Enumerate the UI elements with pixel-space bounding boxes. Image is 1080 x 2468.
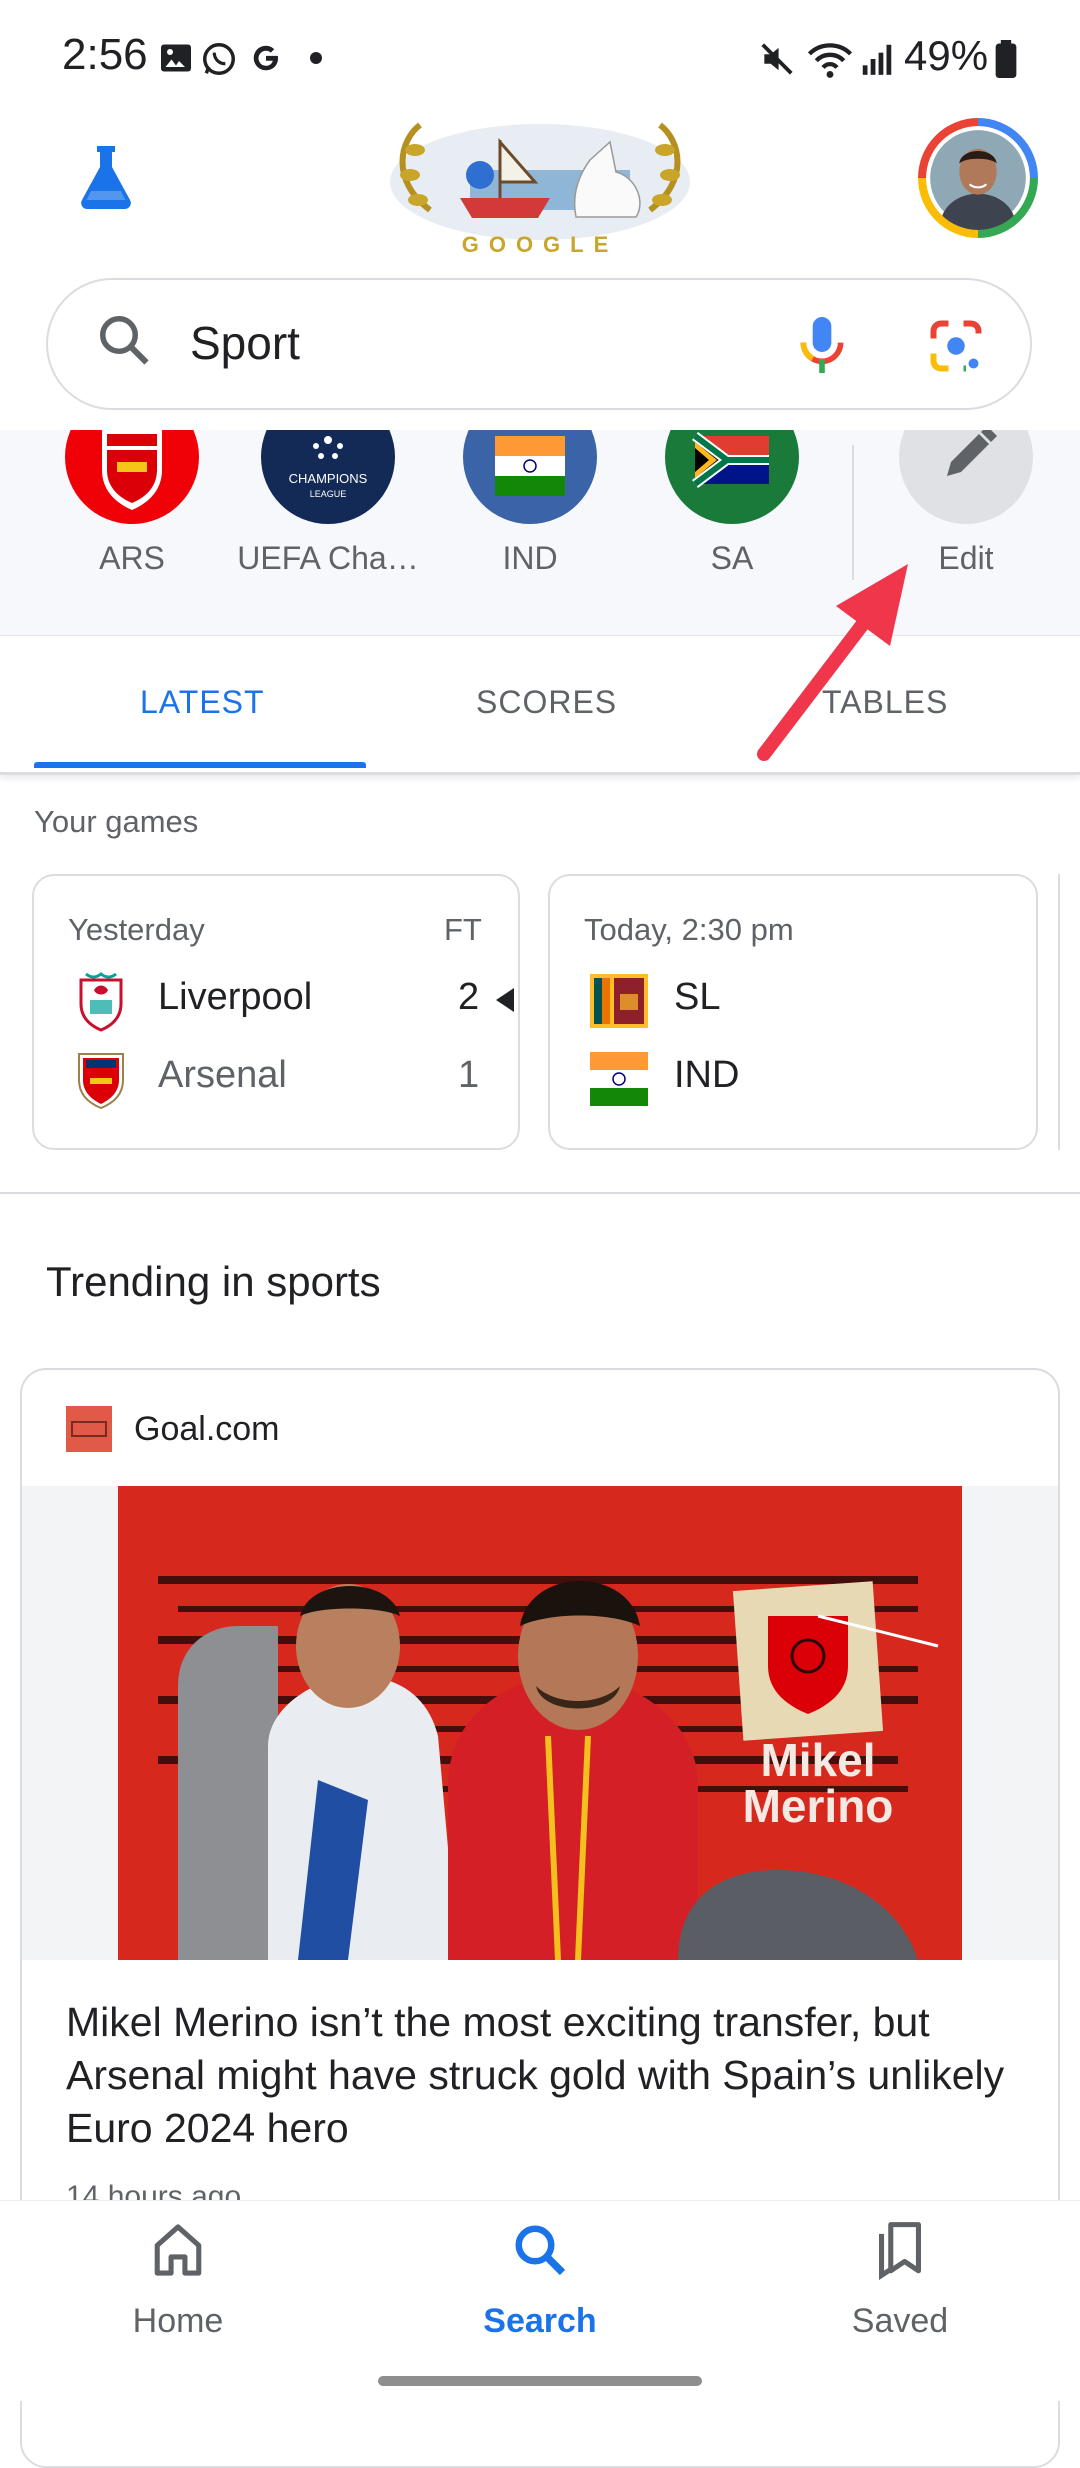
- article-headline[interactable]: Mikel Merino isn’t the most exciting tra…: [66, 1996, 1026, 2155]
- team-score: 2: [458, 976, 480, 1018]
- gallery-icon: [161, 44, 191, 72]
- india-flag-icon: [590, 1052, 648, 1106]
- south-africa-flag-icon: [665, 430, 799, 524]
- shortcut-arsenal[interactable]: ARS: [32, 430, 232, 635]
- battery-percentage: 49%: [904, 32, 989, 79]
- goal-logo-icon: [66, 1406, 112, 1452]
- game-date: Yesterday: [68, 912, 205, 947]
- labs-flask-icon[interactable]: [70, 140, 142, 212]
- shortcut-champions-league[interactable]: CHAMPIONS LEAGUE UEFA Cha…: [228, 430, 428, 635]
- nav-home-label[interactable]: Home: [78, 2302, 278, 2341]
- nav-search[interactable]: [440, 2220, 640, 2285]
- nav-home[interactable]: [78, 2220, 278, 2285]
- trending-heading: Trending in sports: [46, 1258, 381, 1305]
- hero-text-line: Merino: [743, 1780, 894, 1832]
- team-name: Liverpool: [158, 976, 313, 1018]
- status-time: 2:56: [62, 30, 148, 79]
- svg-text:LEAGUE: LEAGUE: [310, 489, 347, 499]
- winner-indicator-icon: [496, 988, 514, 1012]
- game-date: Today, 2:30 pm: [584, 912, 794, 947]
- google-doodle[interactable]: GOOGLE: [360, 120, 720, 260]
- mute-icon: [761, 43, 793, 75]
- battery-icon: [995, 40, 1017, 78]
- whatsapp-icon: [203, 43, 235, 75]
- game-status: FT: [444, 912, 482, 947]
- notification-dot-icon: [310, 52, 322, 64]
- game-card-liverpool-arsenal[interactable]: Yesterday FT Liverpool 2 Arsenal 1: [32, 874, 520, 1150]
- next-card-edge: [1058, 874, 1060, 1150]
- svg-text:CHAMPIONS: CHAMPIONS: [289, 471, 368, 486]
- nav-saved[interactable]: [800, 2220, 1000, 2285]
- team-score: 1: [458, 1054, 480, 1096]
- arsenal-crest-icon: [65, 430, 199, 524]
- article-hero-image[interactable]: Mikel Merino: [118, 1486, 962, 1960]
- news-source: Goal.com: [134, 1410, 280, 1448]
- tab-scores[interactable]: SCORES: [476, 684, 617, 721]
- edit-pencil-icon: [899, 430, 1033, 524]
- nav-search-label[interactable]: Search: [440, 2302, 640, 2341]
- nav-saved-label[interactable]: Saved: [800, 2302, 1000, 2341]
- hero-text-line: Mikel: [760, 1734, 875, 1786]
- team-name: SL: [674, 976, 721, 1018]
- game-card-sl-ind[interactable]: Today, 2:30 pm SL IND: [548, 874, 1038, 1150]
- search-icon: [515, 2225, 566, 2276]
- section-divider: [0, 1192, 1080, 1194]
- team-name: Arsenal: [158, 1054, 287, 1096]
- avatar-photo: [926, 126, 1030, 230]
- your-games-heading: Your games: [34, 804, 199, 839]
- home-icon: [154, 2224, 202, 2276]
- shortcut-label: UEFA Cha…: [237, 540, 419, 576]
- tab-latest[interactable]: LATEST: [140, 684, 265, 721]
- shortcut-india[interactable]: IND: [430, 430, 630, 635]
- search-icon: [100, 316, 149, 365]
- home-indicator[interactable]: [378, 2376, 702, 2386]
- champions-league-icon: CHAMPIONS LEAGUE: [261, 430, 395, 524]
- account-avatar[interactable]: [918, 118, 1038, 238]
- google-g-icon: [253, 45, 278, 71]
- doodle-text: GOOGLE: [462, 232, 619, 257]
- bookmarks-icon: [879, 2222, 921, 2281]
- annotation-arrow: [757, 564, 908, 761]
- signal-icon: [862, 44, 892, 75]
- india-flag-icon: [463, 430, 597, 524]
- liverpool-crest-icon: [79, 972, 123, 1032]
- shortcut-label: IND: [502, 540, 558, 576]
- shortcut-label: ARS: [99, 540, 165, 576]
- google-lens-icon[interactable]: [926, 316, 986, 376]
- arsenal-crest-icon: [78, 1053, 124, 1110]
- sri-lanka-flag-icon: [590, 974, 648, 1028]
- search-query[interactable]: Sport: [190, 316, 300, 370]
- tab-indicator: [34, 762, 366, 768]
- microphone-icon[interactable]: [794, 312, 850, 378]
- team-name: IND: [674, 1054, 740, 1096]
- wifi-icon: [807, 43, 853, 78]
